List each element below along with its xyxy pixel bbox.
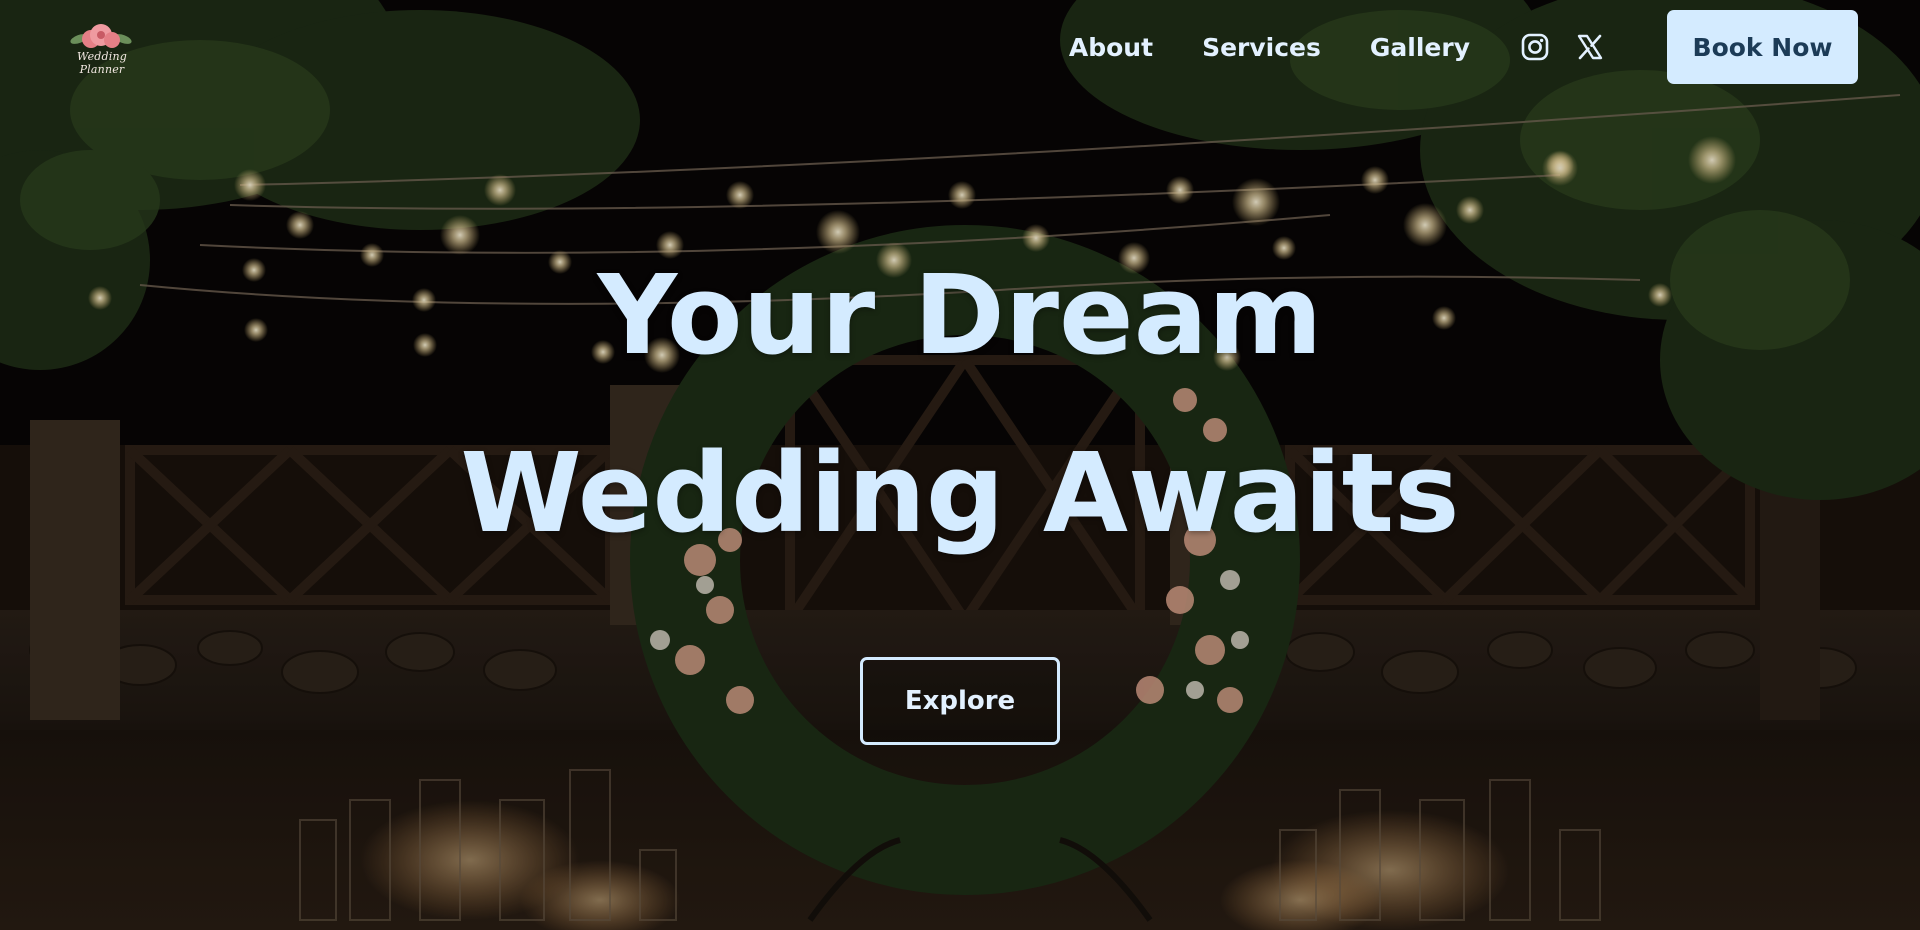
nav-link-gallery[interactable]: Gallery xyxy=(1370,33,1470,62)
instagram-icon[interactable] xyxy=(1520,32,1550,62)
explore-button[interactable]: Explore xyxy=(860,657,1060,745)
hero-section: Wedding Planner About Services Gallery B… xyxy=(0,0,1920,930)
hero-headline-line2: Wedding Awaits xyxy=(460,429,1460,557)
nav-link-services[interactable]: Services xyxy=(1202,33,1321,62)
nav-link-about[interactable]: About xyxy=(1069,33,1153,62)
flower-icon xyxy=(70,24,132,48)
x-icon[interactable] xyxy=(1575,32,1605,62)
main-nav: About Services Gallery Book Now xyxy=(1069,10,1858,84)
brand-logo-text: Wedding Planner xyxy=(76,50,128,76)
hero-headline-line1: Your Dream xyxy=(597,251,1323,379)
brand-logo[interactable]: Wedding Planner xyxy=(58,22,144,76)
book-now-button[interactable]: Book Now xyxy=(1667,10,1858,84)
hero-headline: Your Dream Wedding Awaits xyxy=(0,226,1920,582)
